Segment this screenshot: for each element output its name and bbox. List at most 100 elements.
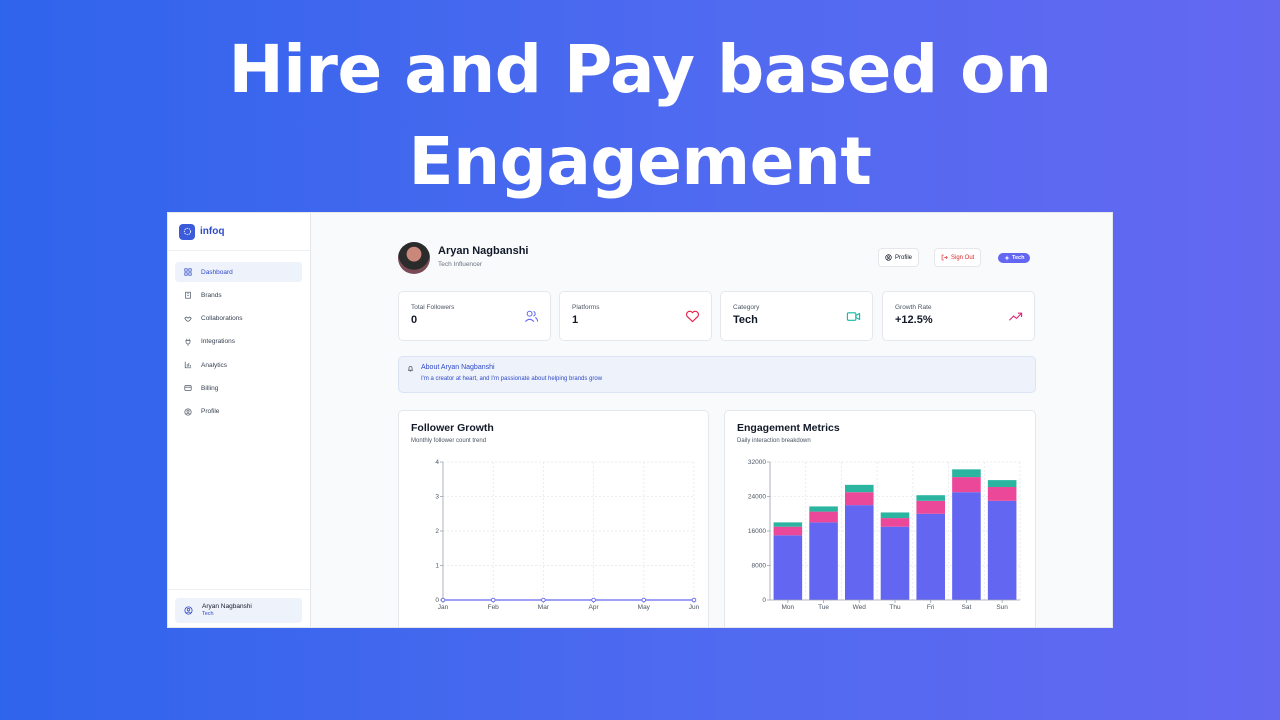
card-title: Engagement Metrics (737, 422, 840, 434)
credit-card-icon (184, 385, 192, 392)
x-tick-label: Jun (689, 604, 700, 611)
sign-out-button[interactable]: Sign Out (934, 248, 982, 267)
profile-button[interactable]: Profile (878, 248, 920, 267)
logo-icon (179, 223, 195, 240)
category-badge-label: Tech (1012, 255, 1025, 261)
sidebar-user-role: Tech (202, 611, 214, 617)
sidebar-item-dashboard[interactable]: Dashboard (175, 262, 302, 282)
sidebar-item-billing[interactable]: Billing (175, 378, 302, 398)
building-icon (185, 292, 191, 299)
handshake-icon (184, 316, 192, 322)
bell-icon (407, 366, 414, 372)
x-tick-label: Thu (889, 604, 901, 611)
bar-segment (916, 500, 945, 514)
plug-icon (185, 338, 191, 346)
about-text: I'm a creator at heart, and I'm passiona… (421, 376, 603, 382)
headline: Hire and Pay based on Engagement (0, 24, 1280, 208)
sparkle-icon (1004, 255, 1010, 261)
logout-icon (941, 254, 948, 261)
card-subtitle: Monthly follower count trend (411, 438, 487, 444)
y-tick-label: 24000 (748, 494, 766, 501)
sidebar-item-integrations[interactable]: Integrations (175, 332, 302, 352)
sidebar-footer: Aryan Nagbanshi Tech (168, 589, 310, 627)
sidebar-item-label: Dashboard (201, 268, 233, 276)
bar-segment (952, 492, 981, 600)
user-circle-icon (885, 254, 892, 261)
stat-card-total-followers: Total Followers 0 (398, 291, 551, 341)
x-tick-label: Apr (589, 604, 600, 611)
bar-chart-icon (184, 361, 192, 369)
user-circle-icon (184, 606, 193, 615)
sidebar-item-label: Profile (201, 408, 220, 416)
bar-segment (880, 526, 910, 600)
y-tick-label: 16000 (748, 528, 766, 535)
sidebar-nav: Dashboard Brands Collaborations Integrat… (168, 251, 310, 422)
bar-segment (845, 492, 874, 506)
sidebar-item-brands[interactable]: Brands (175, 285, 302, 305)
y-tick-label: 2 (435, 528, 439, 535)
avatar (398, 242, 430, 274)
engagement-metrics-card: 0 8000 16000 24000 32000 Mon Tue Wed Thu Fri Sat Su… (724, 410, 1036, 627)
x-tick-label: Sat (962, 604, 972, 611)
sidebar-item-collaborations[interactable]: Collaborations (175, 309, 302, 329)
brand[interactable]: infoq (168, 213, 310, 251)
user-name: Aryan Nagbanshi (438, 245, 529, 257)
bar-segment (987, 480, 1017, 488)
sidebar-item-label: Brands (201, 291, 222, 299)
users-icon (525, 310, 539, 323)
y-tick-label: 3 (435, 494, 439, 501)
sidebar-item-label: Analytics (201, 361, 228, 369)
bar-segment (880, 518, 910, 527)
stat-card-platforms: Platforms 1 (559, 291, 712, 341)
bar-segment (916, 495, 945, 501)
sidebar-user[interactable]: Aryan Nagbanshi Tech (175, 598, 302, 623)
x-tick-label: Jan (438, 604, 449, 611)
bar-segment (809, 511, 838, 523)
grid-icon (184, 268, 192, 276)
user-role: Tech Influencer (438, 261, 483, 268)
data-point (490, 597, 496, 603)
y-tick-label: 4 (435, 459, 439, 466)
sidebar: infoq Dashboard Brands Collaborations In… (168, 213, 311, 627)
bar-segment (773, 535, 803, 600)
x-tick-label: Mon (782, 604, 795, 611)
data-point (541, 597, 546, 603)
bar-segment (880, 512, 910, 519)
sidebar-item-label: Collaborations (201, 315, 243, 323)
headline-line-2: Engagement (408, 123, 872, 200)
sidebar-item-label: Integrations (201, 338, 235, 346)
brand-name: infoq (200, 226, 225, 237)
bar-segment (916, 513, 945, 600)
profile-button-label: Profile (895, 254, 913, 261)
headline-line-1: Hire and Pay based on (228, 31, 1052, 108)
follower-growth-card: 0 1 2 3 4 Jan Feb Mar Apr May Jun Follower Growth … (398, 410, 709, 627)
bar-segment (809, 522, 838, 600)
sidebar-item-label: Billing (201, 384, 219, 392)
bar-segment (987, 500, 1017, 600)
stat-card-category: Category Tech (720, 291, 873, 341)
trending-up-icon (1009, 312, 1023, 321)
y-tick-label: 0 (762, 597, 766, 604)
card-title: Follower Growth (411, 422, 494, 434)
y-tick-label: 1 (435, 563, 439, 570)
sign-out-label: Sign Out (951, 254, 975, 261)
stats-row: Total Followers 0 Platforms 1 Category T… (398, 291, 1036, 341)
y-tick-label: 8000 (752, 563, 767, 570)
x-tick-label: Sun (996, 604, 1008, 611)
stat-card-growth-rate: Growth Rate +12.5% (882, 291, 1035, 341)
y-tick-label: 32000 (748, 459, 766, 466)
about-panel: About Aryan Nagbanshi I'm a creator at h… (398, 356, 1036, 393)
sidebar-user-name: Aryan Nagbanshi (202, 603, 252, 610)
bar-segment (845, 505, 874, 600)
x-tick-label: Wed (853, 604, 867, 611)
sidebar-item-profile[interactable]: Profile (175, 402, 302, 422)
bar-segment (773, 526, 803, 536)
user-circle-icon (184, 408, 192, 416)
sidebar-item-analytics[interactable]: Analytics (175, 355, 302, 375)
bar-segment (845, 484, 874, 493)
data-point (591, 597, 596, 603)
data-point (641, 597, 647, 603)
about-title: About Aryan Nagbanshi (421, 364, 495, 371)
card-subtitle: Daily interaction breakdown (737, 438, 811, 444)
heart-icon (685, 310, 700, 323)
